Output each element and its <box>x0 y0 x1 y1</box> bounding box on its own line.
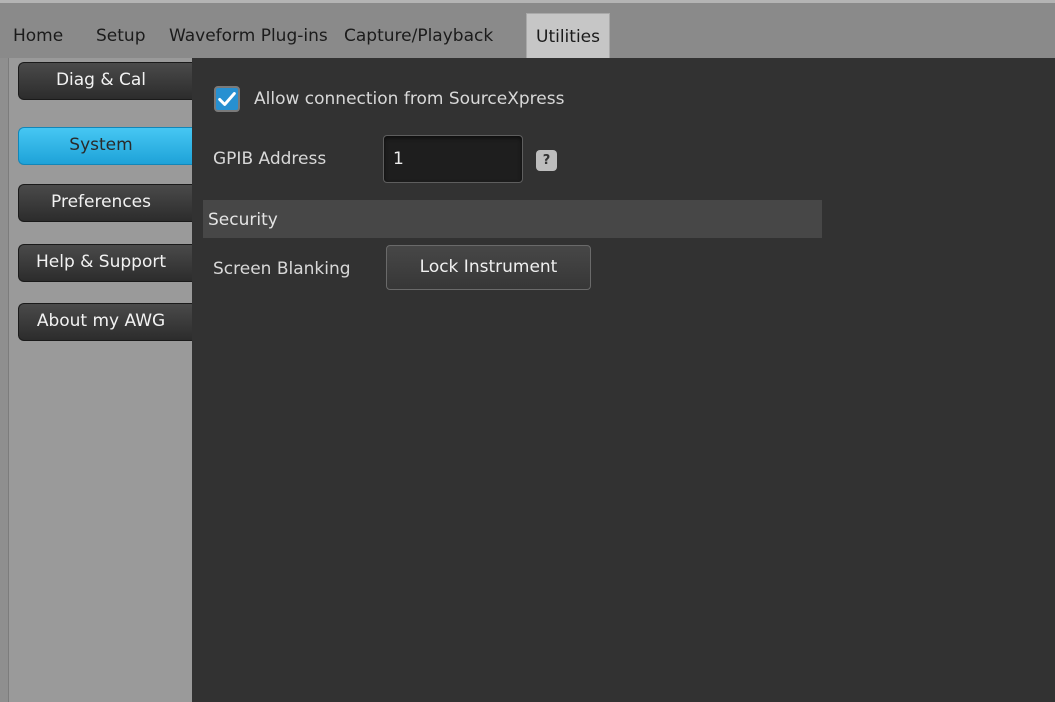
gpib-help-icon[interactable]: ? <box>536 150 557 171</box>
system-settings-panel: Allow connection from SourceXpress GPIB … <box>192 58 1055 702</box>
utilities-sidebar: Diag & Cal System Preferences Help & Sup… <box>8 58 193 702</box>
lock-instrument-button[interactable]: Lock Instrument <box>386 245 591 290</box>
menu-capture-playback[interactable]: Capture/Playback <box>335 16 502 60</box>
checkmark-icon <box>218 92 236 106</box>
allow-connection-row[interactable]: Allow connection from SourceXpress <box>214 84 564 114</box>
allow-connection-label: Allow connection from SourceXpress <box>254 89 565 109</box>
menu-utilities[interactable]: Utilities <box>526 13 610 61</box>
sidebar-item-preferences[interactable]: Preferences <box>18 184 193 222</box>
sidebar-item-system[interactable]: System <box>18 127 193 165</box>
sidebar-item-diag-cal[interactable]: Diag & Cal <box>18 62 193 100</box>
menu-home[interactable]: Home <box>4 16 72 60</box>
security-section-title: Security <box>208 210 278 230</box>
menu-waveform-plug-ins[interactable]: Waveform Plug-ins <box>160 16 337 60</box>
screen-blanking-label: Screen Blanking <box>213 259 351 279</box>
sidebar-item-help-support[interactable]: Help & Support <box>18 244 193 282</box>
security-section-header: Security <box>203 200 822 238</box>
gpib-address-input[interactable] <box>383 135 523 183</box>
menu-setup[interactable]: Setup <box>87 16 154 60</box>
gpib-address-label: GPIB Address <box>213 149 327 169</box>
main-menu-bar: Home Setup Waveform Plug-ins Capture/Pla… <box>0 0 1055 61</box>
allow-connection-checkbox[interactable] <box>214 86 240 112</box>
sidebar-item-about-my-awg[interactable]: About my AWG <box>18 303 193 341</box>
